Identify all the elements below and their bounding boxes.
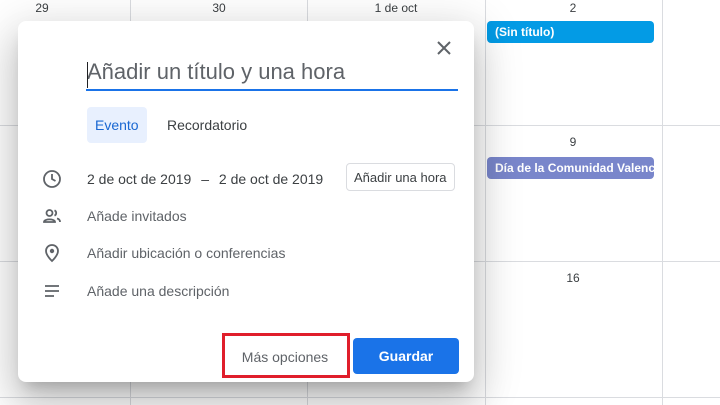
clock-icon (43, 170, 61, 188)
grid-line (662, 0, 663, 405)
event-chip-untitled[interactable]: (Sin título) (487, 21, 654, 43)
day-number[interactable]: 30 (199, 1, 239, 15)
day-number[interactable]: 1 de oct (366, 1, 426, 15)
quick-event-dialog: Evento Recordatorio 2 de oct de 2019 – 2… (18, 21, 474, 382)
close-icon (437, 41, 451, 55)
guests-row[interactable]: Añade invitados (18, 200, 474, 232)
day-number[interactable]: 9 (553, 135, 593, 149)
add-description-label[interactable]: Añade una descripción (87, 283, 229, 299)
date-row: 2 de oct de 2019 – 2 de oct de 2019 Añad… (18, 163, 474, 195)
text-cursor (87, 62, 88, 88)
day-number[interactable]: 29 (22, 1, 62, 15)
location-row[interactable]: Añadir ubicación o conferencias (18, 237, 474, 269)
event-chip-holiday[interactable]: Día de la Comunidad Valenc (487, 157, 654, 179)
description-row[interactable]: Añade una descripción (18, 275, 474, 307)
people-icon (43, 209, 61, 223)
date-range[interactable]: 2 de oct de 2019 – 2 de oct de 2019 (87, 171, 323, 187)
add-location-label[interactable]: Añadir ubicación o conferencias (87, 245, 285, 261)
day-number[interactable]: 2 (553, 1, 593, 15)
tab-event[interactable]: Evento (87, 107, 147, 143)
end-date[interactable]: 2 de oct de 2019 (219, 171, 323, 187)
save-button[interactable]: Guardar (353, 338, 459, 374)
start-date[interactable]: 2 de oct de 2019 (87, 171, 191, 187)
add-guests-label[interactable]: Añade invitados (87, 208, 187, 224)
location-pin-icon (45, 244, 59, 263)
event-title-input[interactable] (86, 57, 458, 91)
highlight-box (222, 333, 350, 378)
grid-line (485, 0, 486, 405)
notes-icon (45, 285, 59, 297)
tab-reminder[interactable]: Recordatorio (159, 107, 255, 143)
date-separator: – (201, 171, 209, 187)
grid-line (0, 397, 720, 398)
add-time-button[interactable]: Añadir una hora (346, 163, 455, 191)
day-number[interactable]: 16 (553, 271, 593, 285)
